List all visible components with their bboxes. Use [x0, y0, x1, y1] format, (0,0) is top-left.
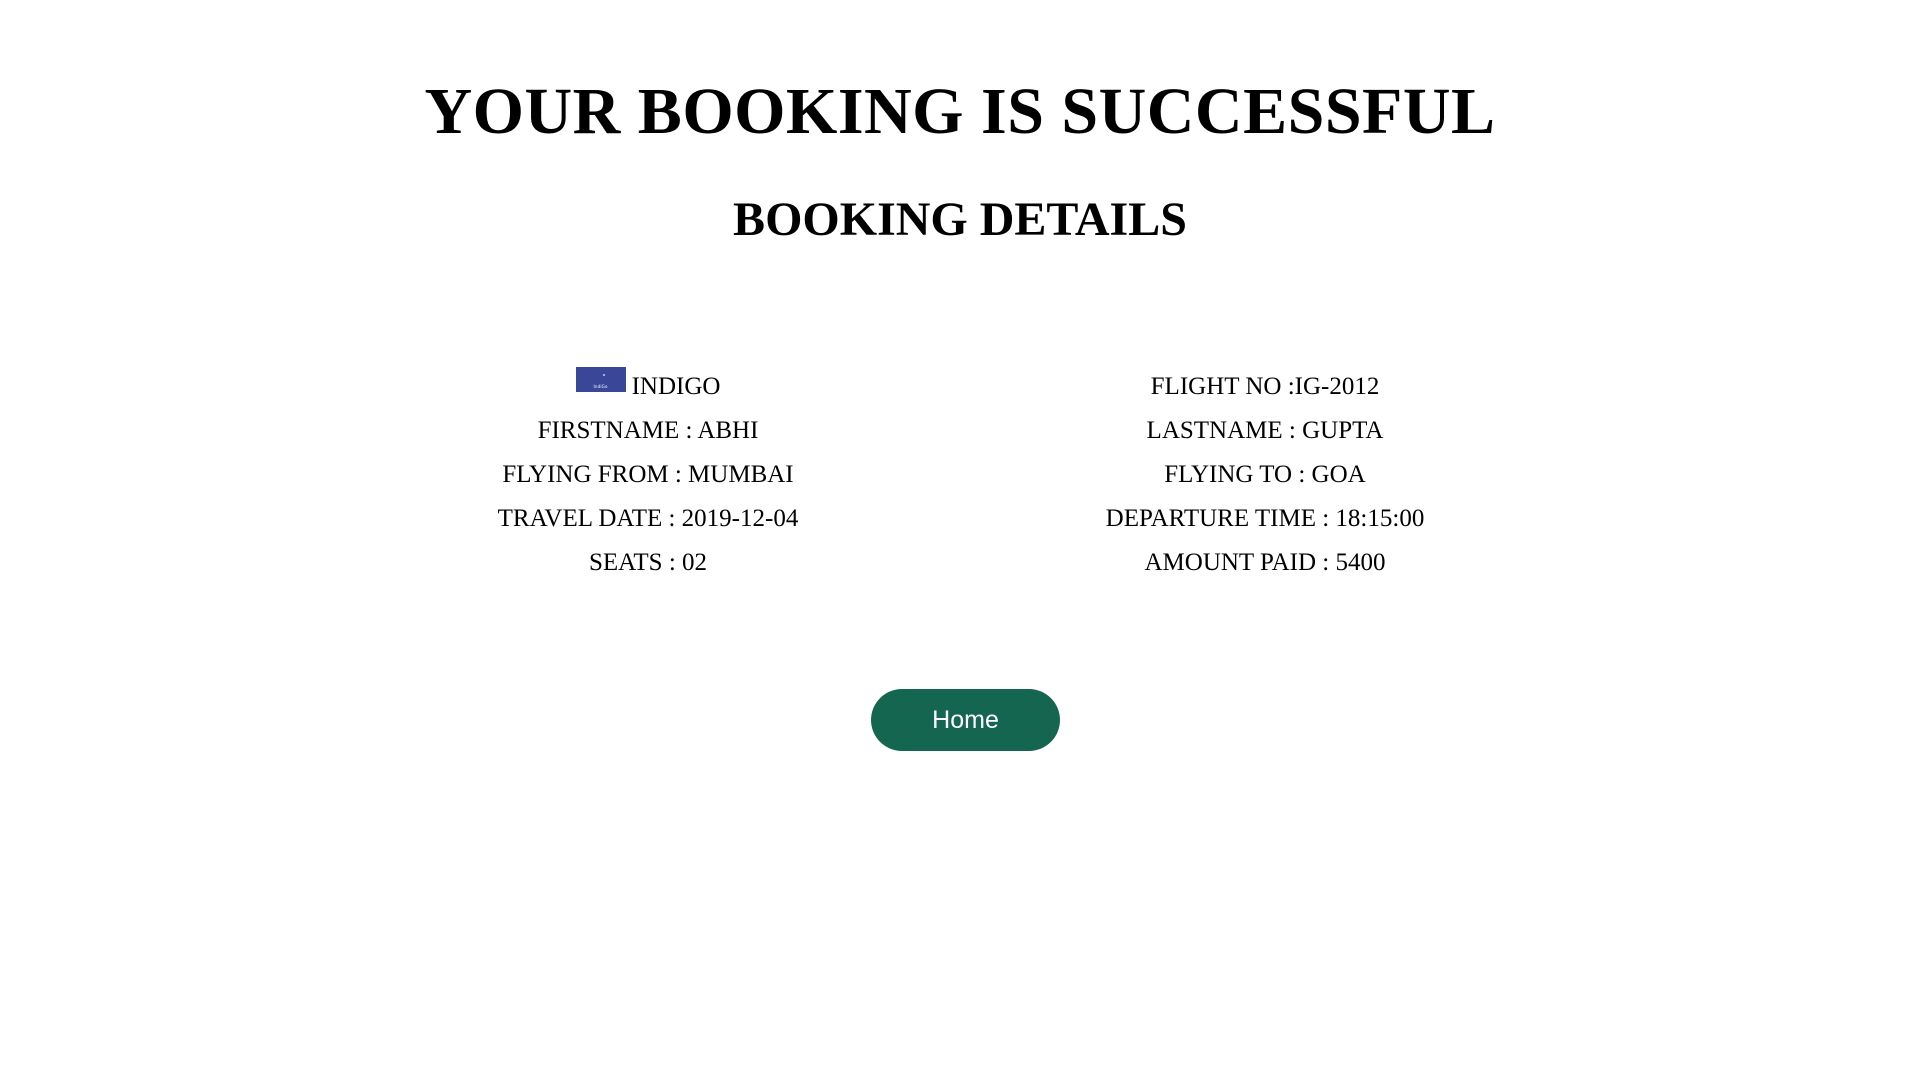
firstname-value: FIRSTNAME : ABHI [537, 417, 759, 444]
booking-details-right-column: FLIGHT NO :IG-2012 LASTNAME : GUPTA FLYI… [1015, 365, 1515, 585]
airline-logo-icon: IndiGo [575, 367, 626, 392]
flying-to-value: FLYING TO : GOA [1164, 461, 1366, 488]
seats-value: SEATS : 02 [588, 549, 708, 576]
booking-details-left-column: IndiGo INDIGO FIRSTNAME : ABHI FLYING FR… [398, 365, 898, 585]
travel-date-value: TRAVEL DATE : 2019-12-04 [497, 505, 799, 532]
booking-confirmation-page: YOUR BOOKING IS SUCCESSFUL BOOKING DETAI… [0, 0, 1920, 1080]
airline-name: INDIGO [631, 373, 721, 400]
lastname-value: LASTNAME : GUPTA [1146, 417, 1384, 444]
flight-no-value: FLIGHT NO :IG-2012 [1150, 373, 1380, 400]
home-button[interactable]: Home [871, 689, 1060, 751]
page-title: YOUR BOOKING IS SUCCESSFUL [424, 75, 1496, 148]
section-title: BOOKING DETAILS [733, 193, 1187, 246]
airline-row: IndiGo INDIGO [398, 365, 898, 409]
logo-text: IndiGo [593, 384, 608, 389]
logo-mark [602, 374, 605, 376]
amount-paid-value: AMOUNT PAID : 5400 [1144, 549, 1386, 576]
flying-from-value: FLYING FROM : MUMBAI [502, 461, 794, 488]
departure-time-value: DEPARTURE TIME : 18:15:00 [1105, 505, 1425, 532]
